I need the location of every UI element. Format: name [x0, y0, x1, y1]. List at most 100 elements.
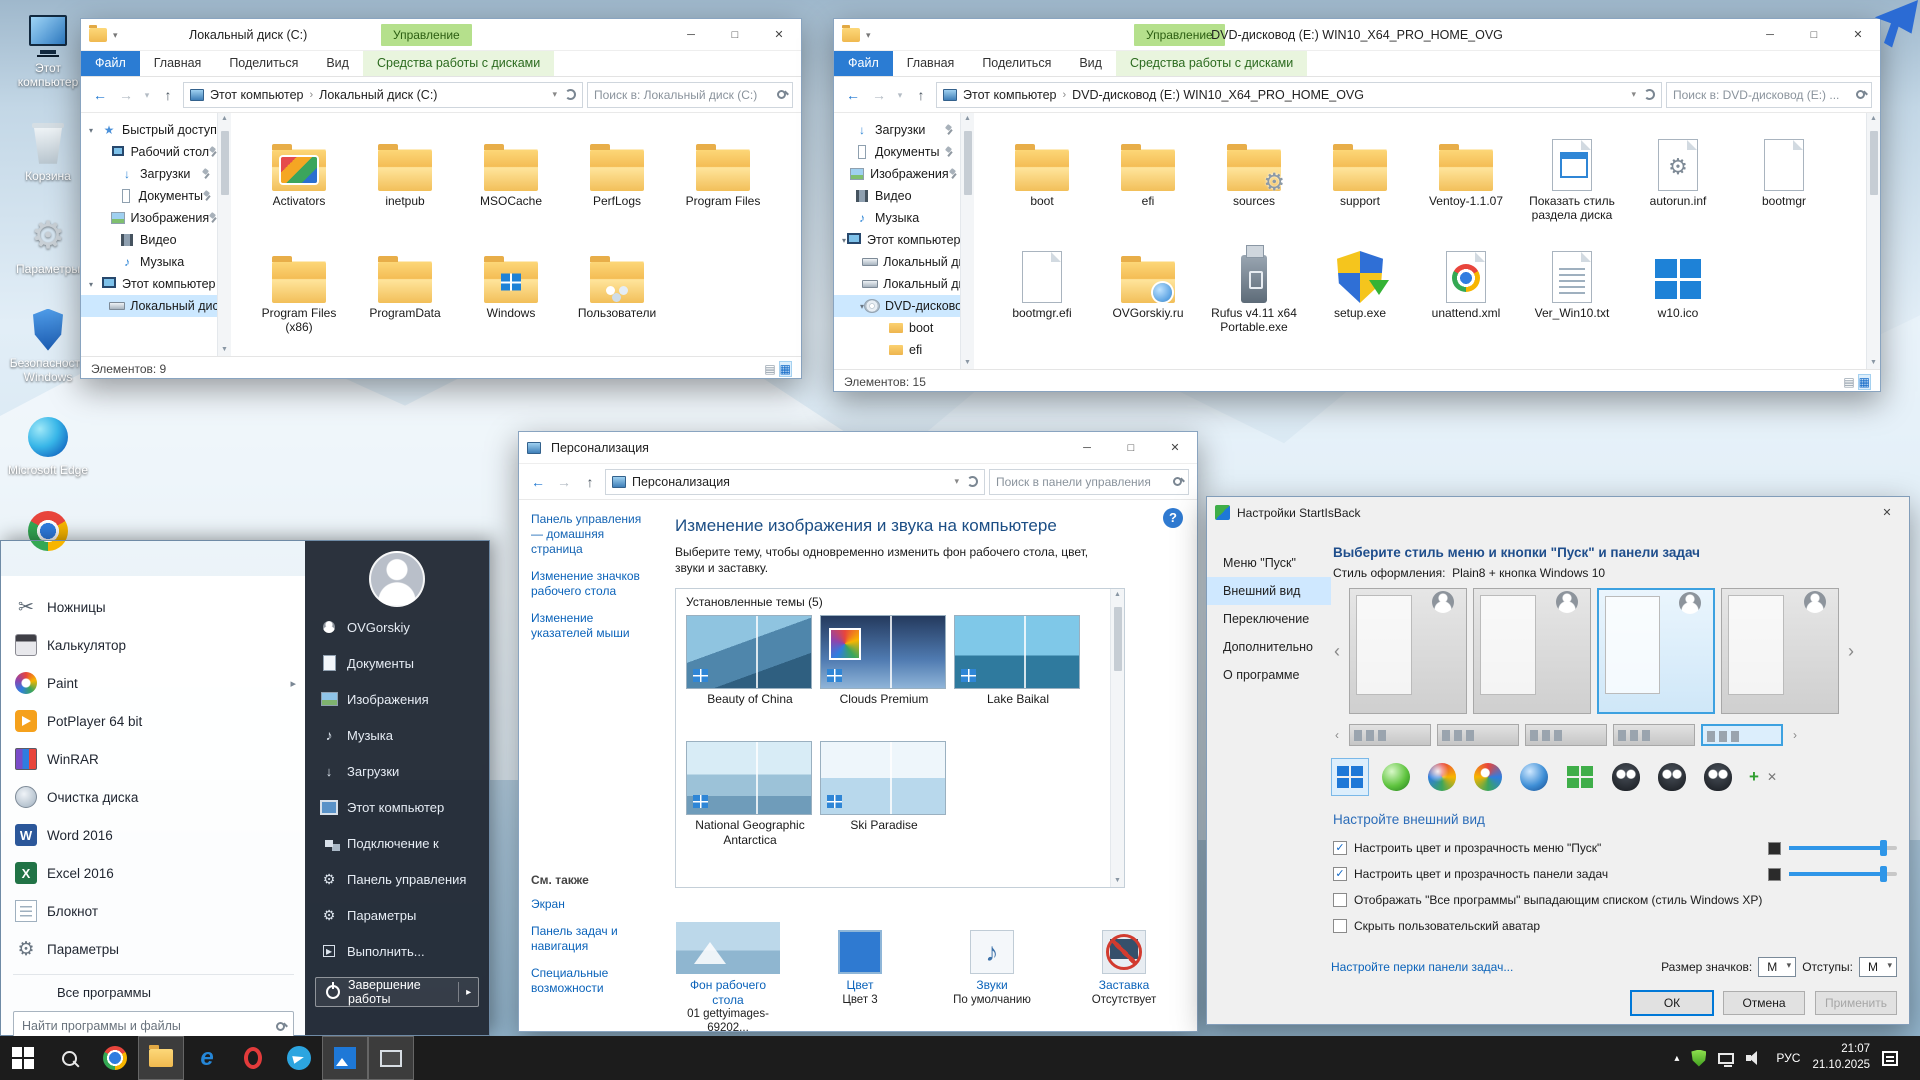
file-list-scrollbar[interactable]: ▲▼ — [1866, 113, 1880, 369]
file-item-Program Files[interactable]: Program Files — [673, 133, 773, 245]
nav-scrollbar[interactable]: ▲▼ — [217, 113, 231, 356]
maximize-button[interactable]: □ — [1792, 19, 1836, 51]
close-button[interactable]: ✕ — [1865, 497, 1909, 529]
start-menu-item-Очистка диска[interactable]: Очистка диска — [1, 778, 306, 816]
file-item-Показать стиль раздела диска[interactable]: Показать стиль раздела диска — [1522, 133, 1622, 245]
checkbox[interactable]: ✓ — [1333, 841, 1347, 855]
back-button[interactable]: ← — [842, 83, 864, 107]
desktop-icon-this-pc[interactable]: Этот компьютер — [4, 12, 92, 90]
file-item-boot[interactable]: boot — [992, 133, 1092, 245]
checkbox[interactable] — [1333, 893, 1347, 907]
prev-styles-icon[interactable]: ‹ — [1331, 641, 1343, 662]
back-button[interactable]: ← — [527, 470, 549, 494]
nav-item-Документы[interactable]: Документы — [834, 141, 960, 163]
scrollbar-thumb[interactable] — [1870, 131, 1878, 195]
up-button[interactable]: ↑ — [910, 83, 932, 107]
sib-nav-item[interactable]: Дополнительно — [1207, 633, 1331, 661]
titlebar[interactable]: Персонализация ─ □ ✕ — [519, 432, 1197, 464]
taskbar-style-tile[interactable] — [1437, 724, 1519, 746]
theme-Ski Paradise[interactable]: Ski Paradise — [820, 741, 948, 867]
file-item-bootmgr[interactable]: bootmgr — [1734, 133, 1834, 245]
nav-item-Документы[interactable]: Документы — [81, 185, 217, 207]
quick-access-toolbar[interactable]: ▾ — [89, 19, 118, 51]
address-bar[interactable]: Этот компьютер › Локальный диск (C:) ▾ — [183, 82, 583, 108]
taskbar-chrome[interactable] — [92, 1036, 138, 1080]
style-tile[interactable] — [1349, 588, 1467, 714]
sib-nav-item[interactable]: Внешний вид — [1207, 577, 1331, 605]
language-indicator[interactable]: РУС — [1776, 1051, 1800, 1065]
file-item-w10.ico[interactable]: w10.ico — [1628, 245, 1728, 357]
sib-nav-item[interactable]: Переключение — [1207, 605, 1331, 633]
start-button-option-sphere-blue[interactable] — [1515, 758, 1553, 796]
taskbar-style-tile[interactable] — [1349, 724, 1431, 746]
nav-item-Этот компьютер[interactable]: ▾Этот компьютер — [81, 273, 217, 295]
volume-tray-icon[interactable] — [1746, 1051, 1764, 1065]
file-item-Program Files (x86)[interactable]: Program Files (x86) — [249, 245, 349, 357]
taskbar-style-tile[interactable] — [1701, 724, 1783, 746]
nav-item-Музыка[interactable]: Музыка — [81, 251, 217, 273]
file-item-inetpub[interactable]: inetpub — [355, 133, 455, 245]
taskbar-opera[interactable] — [230, 1036, 276, 1080]
nav-item-efi[interactable]: efi — [834, 339, 960, 361]
next-taskbar-styles-icon[interactable]: › — [1789, 728, 1801, 742]
nav-item-Изображения[interactable]: Изображения — [834, 163, 960, 185]
start-menu-item-Блокнот[interactable]: Блокнот — [1, 892, 306, 930]
desktop-icon-settings[interactable]: Параметры — [4, 213, 92, 276]
personalization-item-wallpaper[interactable]: Фон рабочего стола01 gettyimages-69202..… — [675, 922, 781, 1035]
titlebar[interactable]: ▾ Локальный диск (C:) Управление ─ □ ✕ — [81, 19, 801, 51]
nav-item-boot[interactable]: boot — [834, 317, 960, 339]
file-item-Пользователи[interactable]: Пользователи — [567, 245, 667, 357]
nav-item-Рабочий стол[interactable]: Рабочий стол — [81, 141, 217, 163]
remove-start-button-icon[interactable]: ✕ — [1767, 770, 1777, 784]
desktop-icon-edge[interactable]: Microsoft Edge — [4, 414, 92, 477]
nav-item-Загрузки[interactable]: Загрузки — [81, 163, 217, 185]
start-menu-item-Калькулятор[interactable]: Калькулятор — [1, 626, 306, 664]
taskbar-photos[interactable] — [322, 1036, 368, 1080]
file-item-setup.exe[interactable]: setup.exe — [1310, 245, 1410, 357]
tab-Поделиться[interactable]: Поделиться — [968, 51, 1065, 76]
close-button[interactable]: ✕ — [1153, 432, 1197, 464]
start-button-option-alien2[interactable] — [1653, 758, 1691, 796]
network-tray-icon[interactable] — [1718, 1053, 1734, 1064]
start-button-option-alien1[interactable] — [1607, 758, 1645, 796]
help-button[interactable]: ? — [1163, 508, 1183, 528]
nav-item-Музыка[interactable]: Музыка — [834, 207, 960, 229]
details-view-icon[interactable]: ▤ — [1843, 375, 1854, 389]
hidden-icons-chevron-icon[interactable]: ▴ — [1674, 1053, 1679, 1064]
taskbar-style-tile[interactable] — [1613, 724, 1695, 746]
file-item-MSOCache[interactable]: MSOCache — [461, 133, 561, 245]
theme-Beauty of China[interactable]: Beauty of China — [686, 615, 814, 741]
recent-locations-icon[interactable]: ▾ — [141, 83, 153, 107]
titlebar[interactable]: Настройки StartIsBack ✕ — [1207, 497, 1909, 529]
file-item-bootmgr.efi[interactable]: bootmgr.efi — [992, 245, 1092, 357]
qat-customize-icon[interactable]: ▾ — [113, 30, 118, 41]
taskbar-settings-link[interactable]: Настройте перки панели задач... — [1331, 960, 1513, 974]
color-swatch-icon[interactable] — [1768, 842, 1781, 855]
shutdown-button[interactable]: Завершение работы ▸ — [315, 977, 479, 1007]
nav-item-Локальный дис[interactable]: Локальный дис — [834, 251, 960, 273]
start-button-option-sphere-green[interactable] — [1377, 758, 1415, 796]
back-button[interactable]: ← — [89, 83, 111, 107]
shutdown-options-icon[interactable]: ▸ — [459, 987, 478, 998]
forward-button[interactable]: → — [868, 83, 890, 107]
scrollbar-thumb[interactable] — [1114, 607, 1122, 671]
forward-button[interactable]: → — [115, 83, 137, 107]
file-item-sources[interactable]: sources — [1204, 133, 1304, 245]
nav-item-Видео[interactable]: Видео — [81, 229, 217, 251]
checkbox[interactable] — [1333, 919, 1347, 933]
nav-item-DVD-дисковод ([interactable]: ▾DVD-дисковод ( — [834, 295, 960, 317]
user-avatar[interactable] — [369, 551, 425, 607]
start-button-option-sphere-multi[interactable] — [1423, 758, 1461, 796]
nav-item-Видео[interactable]: Видео — [834, 185, 960, 207]
titlebar[interactable]: ▾ Управление DVD-дисковод (E:) WIN10_X64… — [834, 19, 1880, 51]
sib-nav-item[interactable]: Меню "Пуск" — [1207, 549, 1331, 577]
forward-button[interactable]: → — [553, 470, 575, 494]
breadcrumb-root[interactable]: Этот компьютер — [963, 88, 1056, 102]
prev-taskbar-styles-icon[interactable]: ‹ — [1331, 728, 1343, 742]
sib-nav-item[interactable]: О программе — [1207, 661, 1331, 689]
breadcrumb-current[interactable]: Локальный диск (C:) — [319, 88, 437, 102]
slider-thumb[interactable] — [1880, 840, 1887, 856]
nav-scrollbar[interactable]: ▲▼ — [960, 113, 974, 369]
file-item-autorun.inf[interactable]: autorun.inf — [1628, 133, 1728, 245]
tab-Главная[interactable]: Главная — [893, 51, 969, 76]
